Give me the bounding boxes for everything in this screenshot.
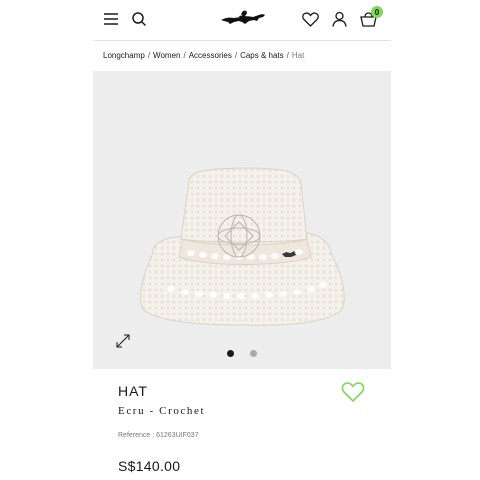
- product-image: [140, 167, 345, 326]
- gallery-dot-2[interactable]: [250, 350, 257, 357]
- expand-arrows-icon: [116, 334, 130, 348]
- user-icon: [331, 11, 347, 27]
- breadcrumb-caps-hats[interactable]: Caps & hats: [240, 51, 284, 60]
- search-button[interactable]: [129, 9, 149, 29]
- product-name: HAT: [118, 383, 148, 399]
- cart-count-badge: 0: [371, 6, 383, 18]
- heart-icon: [301, 11, 319, 27]
- breadcrumb-accessories[interactable]: Accessories: [189, 51, 232, 60]
- add-to-wishlist-button[interactable]: [341, 381, 365, 403]
- cart-button[interactable]: 0: [358, 6, 383, 29]
- expand-image-button[interactable]: [115, 333, 131, 349]
- product-gallery[interactable]: [93, 71, 391, 369]
- breadcrumb-separator: /: [234, 51, 238, 60]
- breadcrumb-current: Hat: [291, 51, 305, 60]
- breadcrumb-separator: /: [286, 51, 289, 60]
- search-icon: [132, 12, 147, 27]
- wishlist-button[interactable]: [300, 9, 320, 29]
- breadcrumb: Longchamp / Women / Accessories / Caps &…: [103, 51, 304, 60]
- longchamp-logo[interactable]: [219, 9, 267, 29]
- site-header: 0: [93, 0, 391, 41]
- breadcrumb-longchamp[interactable]: Longchamp: [103, 51, 145, 60]
- hamburger-menu-icon: [104, 13, 118, 25]
- product-page: 0 Longchamp / Women / Accessories / Caps…: [93, 0, 391, 480]
- menu-button[interactable]: [101, 9, 121, 29]
- heart-outline-icon: [341, 382, 365, 403]
- breadcrumb-separator: /: [147, 51, 151, 60]
- product-reference: Reference : 61263UIF037: [118, 432, 199, 439]
- breadcrumb-separator: /: [183, 51, 186, 60]
- product-variant: Ecru - Crochet: [118, 405, 206, 417]
- gallery-pagination: [227, 350, 257, 357]
- account-button[interactable]: [329, 9, 349, 29]
- gallery-dot-1[interactable]: [227, 350, 234, 357]
- breadcrumb-women[interactable]: Women: [153, 51, 180, 60]
- product-price: S$140.00: [118, 458, 181, 474]
